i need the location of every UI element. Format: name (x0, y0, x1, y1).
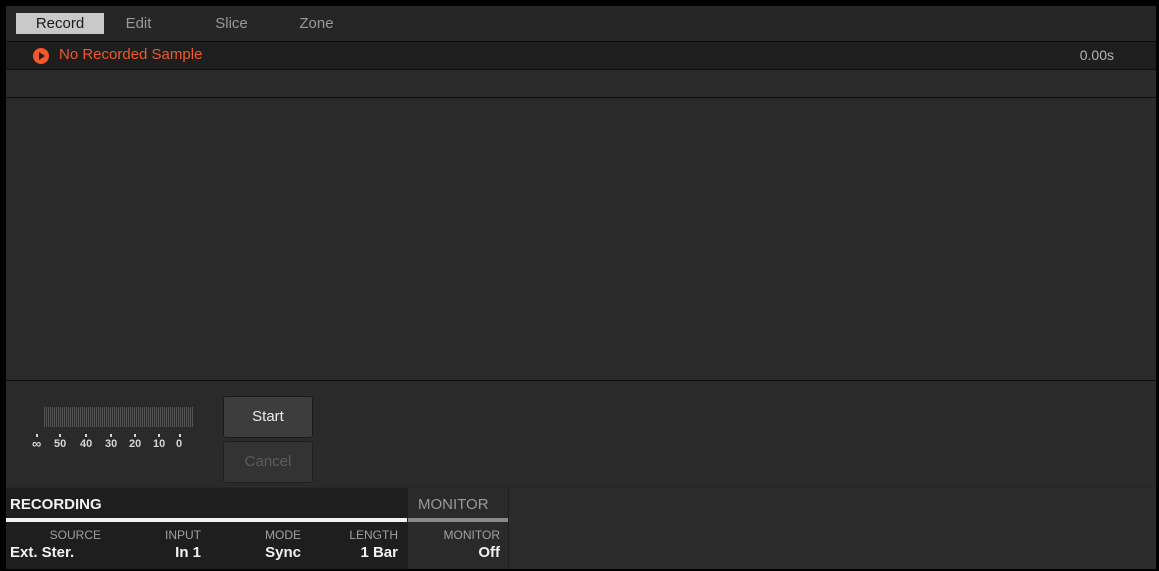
cancel-button[interactable]: Cancel (223, 441, 313, 483)
timeline-strip (6, 70, 1156, 98)
meter-scale-label: 40 (80, 438, 93, 450)
meter-tick (158, 434, 160, 437)
meter-tick (110, 434, 112, 437)
source-value[interactable]: Ext. Ster. (10, 544, 101, 561)
recording-page[interactable]: RECORDING SOURCE Ext. Ster. INPUT In 1 M… (6, 488, 407, 569)
param-label: LENGTH (349, 528, 398, 542)
monitor-page[interactable]: MONITOR MONITOR Off (408, 488, 508, 569)
length-value[interactable]: 1 Bar (306, 544, 398, 561)
start-button[interactable]: Start (223, 396, 313, 438)
param-label: MONITOR (443, 528, 500, 542)
recording-controls: ∞ 50 40 30 20 10 0 Start Cancel (6, 381, 1156, 487)
tab-record[interactable]: Record (16, 13, 104, 34)
tab-bar: Record Edit Slice Zone (6, 6, 1156, 42)
meter-scale-label: 30 (105, 438, 118, 450)
level-meter (44, 407, 194, 427)
page-title-recording: RECORDING (10, 496, 102, 513)
page-underline (6, 518, 407, 522)
meter-scale-label: 0 (176, 438, 183, 450)
meter-tick (36, 434, 38, 437)
level-meter-right (44, 419, 194, 427)
page-title-monitor: MONITOR (418, 496, 489, 513)
tab-slice[interactable]: Slice (204, 13, 259, 34)
param-label: MODE (265, 528, 301, 542)
param-label: SOURCE (49, 528, 101, 542)
meter-scale-label: 20 (129, 438, 142, 450)
input-value[interactable]: In 1 (116, 544, 201, 561)
empty-page-area (509, 488, 1156, 569)
meter-scale-label: 50 (54, 438, 67, 450)
meter-tick (134, 434, 136, 437)
meter-tick (85, 434, 87, 437)
parameter-area: RECORDING SOURCE Ext. Ster. INPUT In 1 M… (6, 488, 1156, 569)
sample-bar: No Recorded Sample 0.00s (6, 42, 1156, 70)
meter-tick (59, 434, 61, 437)
meter-scale-label: 10 (153, 438, 166, 450)
waveform-area (6, 98, 1156, 381)
sample-length: 0.00s (1079, 47, 1114, 63)
tab-zone[interactable]: Zone (289, 13, 344, 34)
tab-edit[interactable]: Edit (111, 13, 166, 34)
play-icon[interactable] (33, 48, 49, 64)
monitor-value[interactable]: Off (414, 544, 500, 561)
sample-name: No Recorded Sample (59, 46, 203, 63)
page-underline (408, 518, 508, 522)
sampling-window: Record Edit Slice Zone No Recorded Sampl… (6, 6, 1156, 569)
mode-value[interactable]: Sync (216, 544, 301, 561)
meter-scale-label: ∞ (32, 436, 42, 451)
meter-tick (179, 434, 181, 437)
param-label: INPUT (165, 528, 201, 542)
meter-scale: ∞ 50 40 30 20 10 0 (32, 434, 202, 456)
